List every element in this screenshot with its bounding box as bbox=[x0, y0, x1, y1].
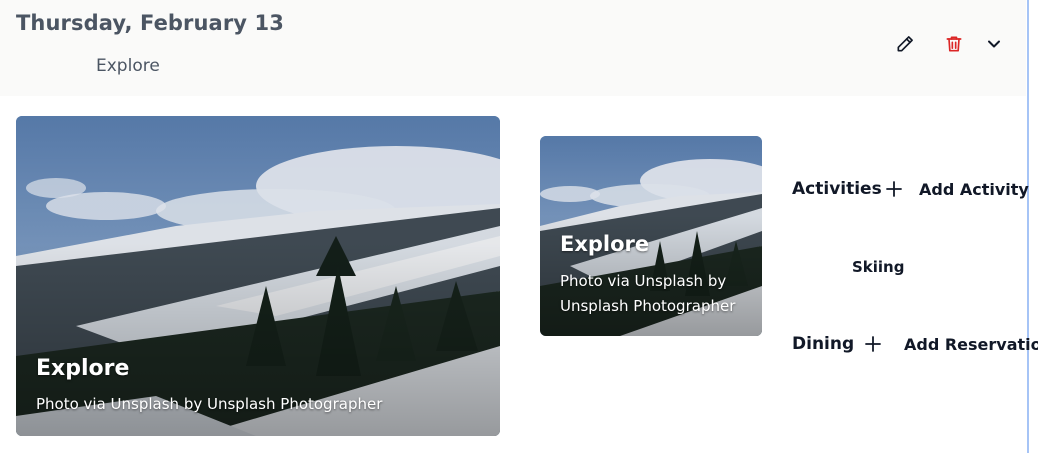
add-reservation-button[interactable]: Add Reservation bbox=[904, 335, 1038, 354]
photo-overlay bbox=[16, 116, 500, 436]
day-itinerary-page: Thursday, February 13 Explore Explore Ph… bbox=[0, 0, 1038, 453]
activities-heading: Activities bbox=[792, 179, 882, 199]
photo-title: Explore bbox=[560, 232, 650, 256]
day-title: Thursday, February 13 bbox=[16, 11, 284, 35]
pencil-icon bbox=[897, 36, 913, 52]
day-header: Thursday, February 13 Explore bbox=[0, 0, 1026, 96]
photo-title: Explore bbox=[36, 356, 130, 381]
photo-card-small[interactable]: Explore Photo via Unsplash by Unsplash P… bbox=[540, 136, 762, 336]
delete-button[interactable] bbox=[942, 32, 966, 56]
scrollbar-edge bbox=[1027, 0, 1029, 453]
plus-icon[interactable] bbox=[864, 335, 882, 353]
photo-card-large[interactable]: Explore Photo via Unsplash by Unsplash P… bbox=[16, 116, 500, 436]
photo-credit: Photo via Unsplash by Unsplash Photograp… bbox=[36, 395, 383, 413]
plus-icon[interactable] bbox=[885, 180, 903, 198]
photo-credit: Photo via Unsplash by Unsplash Photograp… bbox=[560, 272, 736, 315]
add-activity-button[interactable]: Add Activity bbox=[919, 180, 1029, 199]
day-subtitle: Explore bbox=[96, 56, 160, 76]
edit-button[interactable] bbox=[893, 32, 917, 56]
activity-item-skiing[interactable]: Skiing bbox=[852, 258, 904, 276]
chevron-down-icon bbox=[988, 40, 1000, 48]
expand-button[interactable] bbox=[982, 32, 1006, 56]
trash-icon bbox=[946, 36, 962, 52]
dining-heading: Dining bbox=[792, 334, 855, 354]
